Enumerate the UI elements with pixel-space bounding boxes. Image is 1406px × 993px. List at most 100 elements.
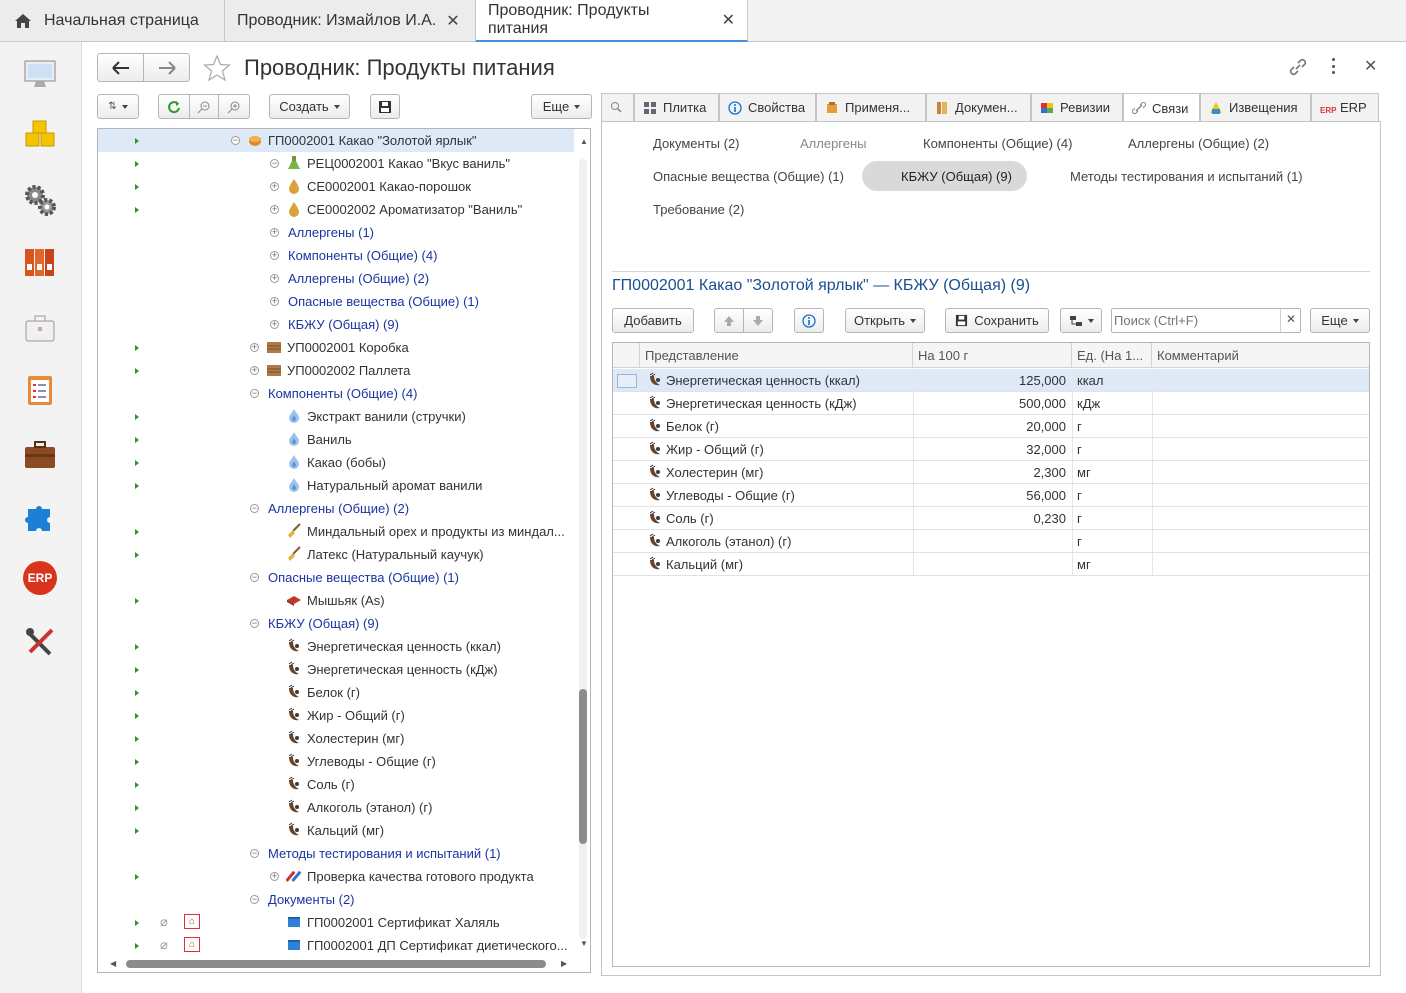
close-icon[interactable]: ✕ <box>446 11 459 31</box>
kbju-table[interactable]: Представление На 100 г Ед. (На 1... Комм… <box>612 342 1370 967</box>
right-tab-tiles[interactable]: Плитка <box>634 93 719 121</box>
expand-arrow-icon[interactable] <box>135 713 139 719</box>
scroll-down-icon[interactable]: ▼ <box>580 939 588 948</box>
open-button[interactable]: Открыть <box>845 308 925 333</box>
right-tab-info[interactable]: Свойства <box>719 93 816 121</box>
tree-row[interactable]: + СЕ0002001 Какао-порошок <box>98 175 574 198</box>
tree-row[interactable]: + Аллергены (Общие) (2) <box>98 267 574 290</box>
tree-row[interactable]: Соль (г) <box>98 773 574 796</box>
tree-row[interactable]: Энергетическая ценность (кДж) <box>98 658 574 681</box>
close-icon[interactable]: ✕ <box>722 10 735 30</box>
refresh-button[interactable] <box>158 94 190 119</box>
tree-row[interactable]: + Компоненты (Общие) (4) <box>98 244 574 267</box>
h-scroll-thumb[interactable] <box>126 960 546 968</box>
expand-arrow-icon[interactable] <box>135 345 139 351</box>
tree-row[interactable]: Экстракт ванили (стручки) <box>98 405 574 428</box>
tree-row[interactable]: Натуральный аромат ванили <box>98 474 574 497</box>
expand-arrow-icon[interactable] <box>135 552 139 558</box>
catalog-icon[interactable] <box>20 117 60 157</box>
expand-arrow-icon[interactable] <box>135 161 139 167</box>
tree-vertical-scrollbar[interactable]: ▲ ▼ <box>575 129 590 972</box>
tree-row[interactable]: Белок (г) <box>98 681 574 704</box>
expand-arrow-icon[interactable] <box>135 759 139 765</box>
tree-row[interactable]: − Методы тестирования и испытаний (1) <box>98 842 574 865</box>
column-header-comment[interactable]: Комментарий <box>1152 343 1369 368</box>
expand-toggle-icon[interactable]: + <box>270 182 279 191</box>
close-form-icon[interactable]: ✕ <box>1364 56 1377 76</box>
desktop-icon[interactable] <box>20 54 60 94</box>
tree-row[interactable]: Углеводы - Общие (г) <box>98 750 574 773</box>
tree-row[interactable]: ⌀ ⌂ ГП0002001 Сертификат Халяль <box>98 911 574 934</box>
expand-arrow-icon[interactable] <box>135 828 139 834</box>
expand-arrow-icon[interactable] <box>135 920 139 926</box>
search-input[interactable] <box>1114 311 1278 330</box>
binders-icon[interactable] <box>20 242 60 282</box>
collapse-button[interactable] <box>189 94 219 119</box>
table-row[interactable]: Энергетическая ценность (ккал) 125,000 кка… <box>613 369 1369 392</box>
move-down-button[interactable] <box>743 308 773 333</box>
tree-row[interactable]: Какао (бобы) <box>98 451 574 474</box>
expand-arrow-icon[interactable] <box>135 782 139 788</box>
collapse-toggle-icon[interactable]: − <box>250 573 259 582</box>
structure-button[interactable] <box>1060 308 1102 333</box>
add-button[interactable]: Добавить <box>612 308 694 333</box>
expand-toggle-icon[interactable]: + <box>270 228 279 237</box>
more-button[interactable]: Еще <box>531 94 592 119</box>
expand-toggle-icon[interactable]: + <box>270 251 279 260</box>
column-header-name[interactable]: Представление <box>640 343 913 368</box>
expand-arrow-icon[interactable] <box>135 460 139 466</box>
expand-toggle-icon[interactable]: + <box>270 205 279 214</box>
scroll-up-icon[interactable]: ▲ <box>580 137 588 146</box>
briefcase-light-icon[interactable] <box>20 308 60 348</box>
tree-row[interactable]: Холестерин (мг) <box>98 727 574 750</box>
grid-more-button[interactable]: Еще <box>1310 308 1370 333</box>
expand-arrow-icon[interactable] <box>135 690 139 696</box>
link-components[interactable]: Компоненты (Общие) (4) <box>923 136 1072 151</box>
tab-home[interactable]: Начальная страница <box>0 0 225 41</box>
right-tab-apply[interactable]: Применя... <box>816 93 926 121</box>
move-up-button[interactable] <box>714 308 744 333</box>
expand-arrow-icon[interactable] <box>135 437 139 443</box>
tree-row[interactable]: Миндальный орех и продукты из миндал... <box>98 520 574 543</box>
more-vertical-icon[interactable] <box>1326 56 1340 76</box>
expand-toggle-icon[interactable]: + <box>270 297 279 306</box>
expand-arrow-icon[interactable] <box>135 805 139 811</box>
tree-row[interactable]: Алкоголь (этанол) (г) <box>98 796 574 819</box>
scroll-right-icon[interactable]: ▶ <box>561 959 567 968</box>
expand-toggle-icon[interactable]: + <box>250 343 259 352</box>
save-icon-button[interactable] <box>370 94 400 119</box>
expand-arrow-icon[interactable] <box>135 414 139 420</box>
collapse-toggle-icon[interactable]: − <box>250 849 259 858</box>
tree-row[interactable]: ⌀ ⌂ ГП0002001 ДП Сертификат диетического..… <box>98 934 574 957</box>
forward-button[interactable] <box>143 53 190 82</box>
create-button[interactable]: Создать <box>269 94 350 119</box>
link-requirement[interactable]: Требование (2) <box>653 202 744 217</box>
tree-row[interactable]: − РЕЦ0002001 Какао "Вкус ваниль" <box>98 152 574 175</box>
link-documents[interactable]: Документы (2) <box>653 136 740 151</box>
column-header-unit[interactable]: Ед. (На 1... <box>1072 343 1152 368</box>
save-button[interactable]: Сохранить <box>945 308 1049 333</box>
tree-view[interactable]: − ГП0002001 Какао "Золотой ярлык" − РЕЦ0002… <box>97 128 591 973</box>
tree-row[interactable]: Ваниль <box>98 428 574 451</box>
collapse-toggle-icon[interactable]: − <box>250 504 259 513</box>
scroll-left-icon[interactable]: ◀ <box>110 959 116 968</box>
tree-row[interactable]: − Компоненты (Общие) (4) <box>98 382 574 405</box>
favorite-star-icon[interactable] <box>202 54 232 82</box>
tree-row[interactable]: Латекс (Натуральный каучук) <box>98 543 574 566</box>
right-tab-links[interactable]: Связи <box>1123 93 1200 122</box>
puzzle-icon[interactable] <box>20 497 60 537</box>
settings-gears-icon[interactable] <box>20 180 60 220</box>
table-row[interactable]: Жир - Общий (г) 32,000 г <box>613 438 1369 461</box>
table-row[interactable]: Соль (г) 0,230 г <box>613 507 1369 530</box>
expand-arrow-icon[interactable] <box>135 138 139 144</box>
search-field[interactable]: ✕ <box>1111 308 1301 333</box>
expand-button[interactable] <box>218 94 250 119</box>
table-row[interactable]: Алкоголь (этанол) (г) г <box>613 530 1369 553</box>
column-header-per100[interactable]: На 100 г <box>913 343 1072 368</box>
expand-toggle-icon[interactable]: + <box>270 872 279 881</box>
table-row[interactable]: Белок (г) 20,000 г <box>613 415 1369 438</box>
right-tab-revisions[interactable]: Ревизии <box>1031 93 1123 121</box>
right-tab-magnifier[interactable] <box>601 93 634 121</box>
clear-search-icon[interactable]: ✕ <box>1286 312 1296 326</box>
tree-row[interactable]: + Проверка качества готового продукта <box>98 865 574 888</box>
